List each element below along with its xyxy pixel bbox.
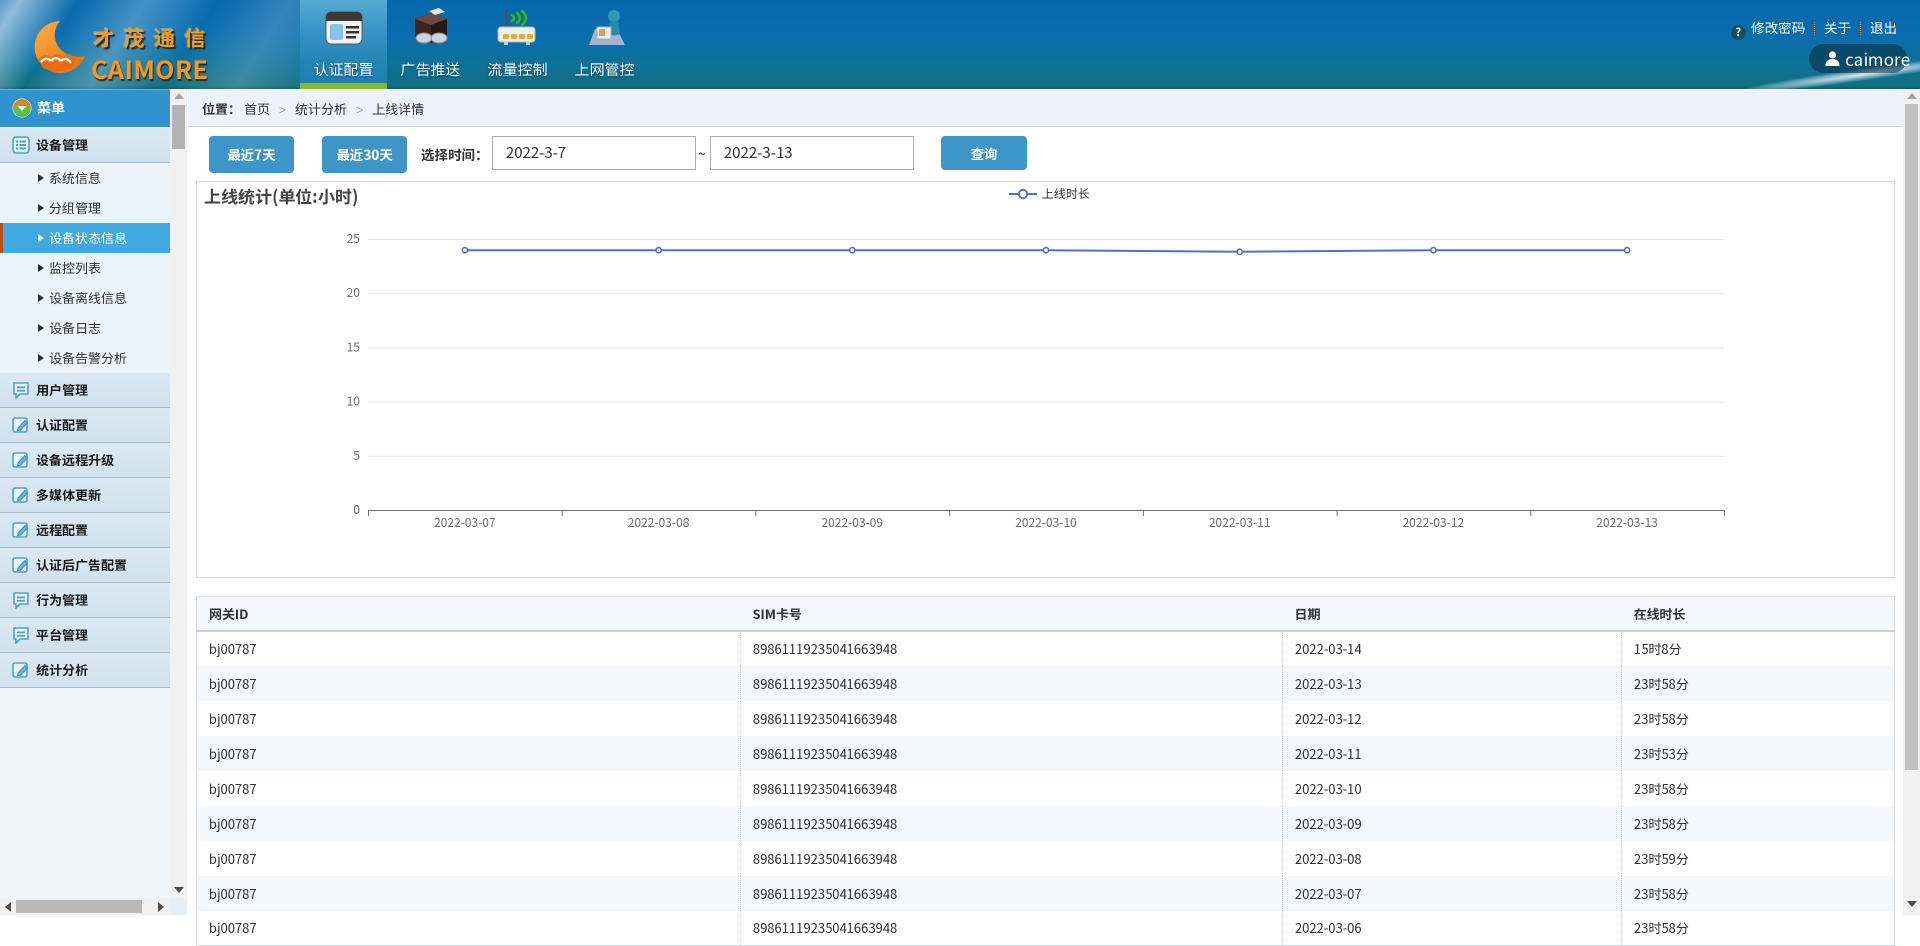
svg-text:2022-03-07: 2022-03-07: [434, 514, 496, 531]
svg-text:2022-03-11: 2022-03-11: [1209, 514, 1271, 531]
svg-text:5: 5: [353, 447, 360, 464]
svg-text:20: 20: [347, 284, 360, 301]
svg-text:2022-03-10: 2022-03-10: [1015, 514, 1077, 531]
svg-text:15: 15: [347, 338, 360, 355]
svg-text:0: 0: [353, 501, 360, 518]
svg-text:25: 25: [347, 230, 360, 247]
svg-text:2022-03-12: 2022-03-12: [1403, 514, 1465, 531]
svg-text:10: 10: [347, 393, 360, 410]
svg-text:2022-03-08: 2022-03-08: [628, 514, 690, 531]
svg-text:2022-03-13: 2022-03-13: [1596, 514, 1658, 531]
svg-text:2022-03-09: 2022-03-09: [821, 514, 883, 531]
